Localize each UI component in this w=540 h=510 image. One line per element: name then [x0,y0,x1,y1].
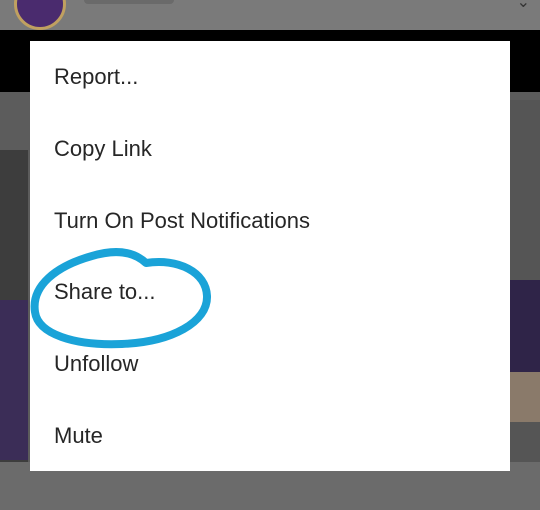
mute-menu-item[interactable]: Mute [30,400,510,472]
screen: ⌄ Report... Copy Link Turn On Post Notif… [0,0,540,510]
post-header: ⌄ [0,0,540,30]
mute-label: Mute [54,423,103,448]
share-to-label: Share to... [54,279,156,304]
share-to-menu-item[interactable]: Share to... [30,256,510,328]
report-menu-item[interactable]: Report... [30,41,510,113]
report-label: Report... [54,64,139,89]
unfollow-menu-item[interactable]: Unfollow [30,328,510,400]
post-notifications-label: Turn On Post Notifications [54,208,310,233]
post-image-left-figure [0,300,28,460]
avatar[interactable] [14,0,66,30]
copy-link-label: Copy Link [54,136,152,161]
post-notifications-menu-item[interactable]: Turn On Post Notifications [30,185,510,257]
unfollow-label: Unfollow [54,351,139,376]
more-options-icon[interactable]: ⌄ [517,0,530,12]
post-image-right-hand [510,372,540,422]
copy-link-menu-item[interactable]: Copy Link [30,113,510,185]
username-placeholder[interactable] [84,0,174,4]
post-options-menu: Report... Copy Link Turn On Post Notific… [30,41,510,471]
